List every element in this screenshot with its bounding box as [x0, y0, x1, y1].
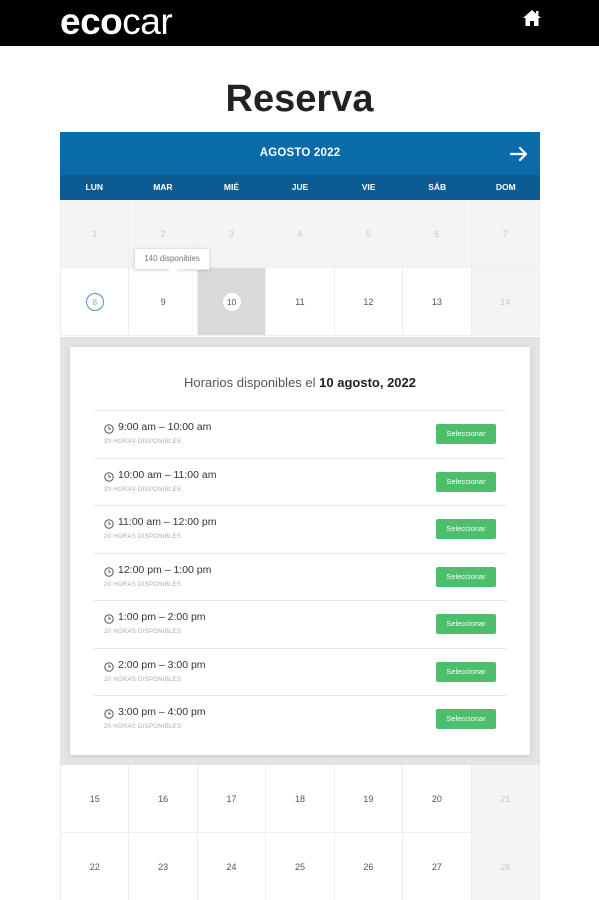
calendar-day[interactable]: 12	[334, 268, 404, 336]
weekday-label: DOM	[495, 182, 516, 192]
calendar-lower-weeks: 15 16 17 18 19 20 21 22 23 24 25 26 27 2…	[60, 765, 540, 900]
calendar-week: 22 23 24 25 26 27 28	[60, 833, 540, 900]
clock-icon	[104, 519, 114, 529]
weekday-label: MAR	[153, 182, 173, 192]
top-bar: ecocar	[0, 0, 599, 46]
slot-time: 3:00 pm – 4:00 pm	[118, 706, 206, 718]
weekday-label: LUN	[85, 182, 104, 192]
today-marker: 8	[85, 292, 104, 311]
calendar-day: 1	[60, 200, 130, 268]
time-slot: 2:00 pm – 3:00 pm 20 HORAS DISPONIBLES S…	[94, 647, 506, 696]
calendar-day: 21	[471, 765, 540, 833]
calendar-header: AGOSTO 2022	[60, 132, 540, 175]
clock-icon	[104, 709, 114, 719]
calendar-day[interactable]: 22	[60, 833, 130, 900]
select-slot-button[interactable]: Seleccionar	[436, 709, 496, 729]
select-slot-button[interactable]: Seleccionar	[436, 566, 496, 587]
select-slot-button[interactable]: Seleccionar	[436, 424, 496, 444]
calendar-day[interactable]: 26	[334, 833, 404, 900]
calendar-day[interactable]: 24	[197, 833, 267, 900]
slot-time: 2:00 pm – 3:00 pm	[118, 658, 206, 671]
slot-time: 1:00 pm – 2:00 pm	[118, 611, 206, 623]
logo-bold-text: eco	[60, 1, 123, 42]
slot-time: 11:00 am – 12:00 pm	[118, 516, 217, 528]
calendar-day: 28	[471, 833, 540, 900]
calendar-day[interactable]: 27	[403, 833, 472, 900]
time-slot: 11:00 am – 12:00 pm 20 HORAS DISPONIBLES…	[94, 505, 506, 553]
clock-icon	[104, 424, 114, 434]
clock-icon	[104, 566, 114, 577]
availability-tooltip: 140 disponibles	[134, 248, 210, 275]
calendar-week: 8 9 10 11 12 13 14	[60, 268, 540, 336]
calendar: AGOSTO 2022 LUN MAR MIÉ JUE VIE SÁB DOM …	[60, 132, 540, 336]
slots-panel: Horarios disponibles el 10 agosto, 2022 …	[60, 337, 540, 765]
calendar-day[interactable]: 13	[403, 268, 472, 336]
clock-icon	[104, 614, 114, 624]
clock-icon	[104, 661, 114, 672]
slot-availability: 20 HORAS DISPONIBLES	[104, 629, 182, 635]
logo-light-text: car	[122, 1, 173, 42]
slot-availability: 20 HORAS DISPONIBLES	[104, 581, 182, 588]
slots-title-prefix: Horarios disponibles el	[184, 375, 316, 390]
home-icon[interactable]	[522, 9, 542, 27]
calendar-day-today[interactable]: 8	[60, 268, 130, 336]
slot-availability: 20 HORAS DISPONIBLES	[104, 486, 182, 493]
page-title: Reserva	[225, 78, 374, 120]
calendar-day[interactable]: 20	[403, 765, 472, 833]
calendar-day: 4	[266, 200, 335, 268]
selected-day-marker: 10	[222, 292, 241, 311]
weekday-label: VIE	[361, 182, 376, 192]
ecocar-logo[interactable]: ecocar	[60, 1, 173, 42]
slot-time: 9:00 am – 10:00 am	[118, 421, 212, 433]
time-slot: 1:00 pm – 2:00 pm 20 HORAS DISPONIBLES S…	[94, 600, 506, 648]
calendar-day[interactable]: 11	[266, 268, 335, 336]
calendar-day-selected[interactable]: 10	[197, 268, 267, 336]
calendar-week: 15 16 17 18 19 20 21	[60, 765, 540, 833]
calendar-day[interactable]: 9	[129, 268, 198, 336]
calendar-day[interactable]: 16	[129, 765, 198, 833]
weekday-label: JUE	[291, 182, 309, 192]
weekday-label: SÁB	[428, 182, 447, 192]
select-slot-button[interactable]: Seleccionar	[436, 661, 496, 682]
slots-title-date: 10 agosto, 2022	[319, 375, 416, 390]
month-label: AGOSTO 2022	[259, 147, 341, 159]
weekday-label: MIÉ	[223, 182, 239, 192]
slots-title: Horarios disponibles el 10 agosto, 2022	[70, 375, 530, 390]
calendar-week: 1 2 3 4 5 6 7	[60, 200, 540, 268]
slot-time: 12:00 pm – 1:00 pm	[118, 563, 212, 576]
slot-time: 10:00 am – 11:00 am	[118, 468, 217, 481]
slot-availability: 20 HORAS DISPONIBLES	[104, 439, 182, 445]
calendar-day[interactable]: 15	[60, 765, 130, 833]
select-slot-button[interactable]: Seleccionar	[436, 519, 496, 539]
calendar-day[interactable]: 23	[129, 833, 198, 900]
slot-availability: 20 HORAS DISPONIBLES	[104, 676, 182, 683]
calendar-day: 6	[403, 200, 472, 268]
slot-availability: 20 HORAS DISPONIBLES	[104, 534, 182, 540]
calendar-day: 7	[471, 200, 540, 268]
weekday-row: LUN MAR MIÉ JUE VIE SÁB DOM	[60, 175, 540, 200]
select-slot-button[interactable]: Seleccionar	[436, 471, 496, 492]
calendar-day[interactable]: 17	[197, 765, 267, 833]
time-slot: 3:00 pm – 4:00 pm 20 HORAS DISPONIBLES S…	[94, 695, 506, 743]
time-slot: 9:00 am – 10:00 am 20 HORAS DISPONIBLES …	[94, 410, 506, 458]
calendar-day: 14	[471, 268, 540, 336]
time-slot: 12:00 pm – 1:00 pm 20 HORAS DISPONIBLES …	[94, 552, 506, 601]
clock-icon	[104, 471, 114, 482]
slot-availability: 20 HORAS DISPONIBLES	[104, 724, 182, 730]
select-slot-button[interactable]: Seleccionar	[436, 614, 496, 634]
calendar-day[interactable]: 19	[334, 765, 404, 833]
time-slot: 10:00 am – 11:00 am 20 HORAS DISPONIBLES…	[94, 457, 506, 506]
slot-list: 9:00 am – 10:00 am 20 HORAS DISPONIBLES …	[94, 410, 506, 743]
calendar-day: 5	[334, 200, 404, 268]
slots-card: Horarios disponibles el 10 agosto, 2022 …	[70, 347, 530, 755]
arrow-right-icon[interactable]	[508, 143, 530, 165]
calendar-day[interactable]: 25	[266, 833, 335, 900]
calendar-day[interactable]: 18	[266, 765, 335, 833]
